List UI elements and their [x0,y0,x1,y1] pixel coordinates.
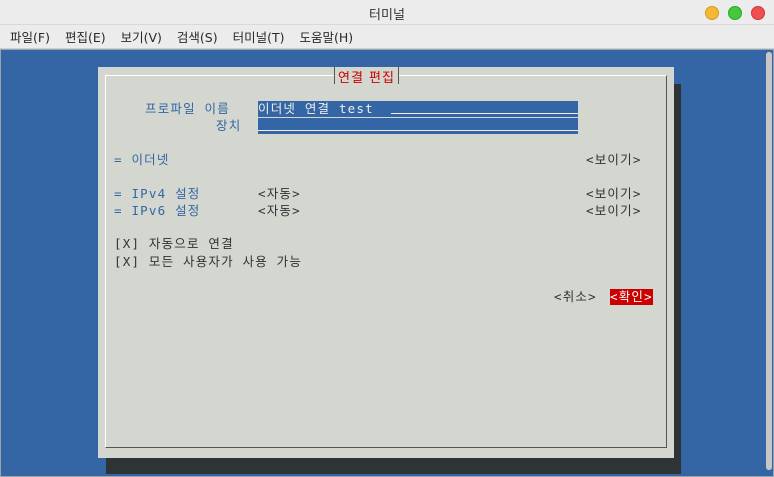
scrollbar[interactable] [766,52,772,470]
edit-connection-dialog: 연결 편집 프로파일 이름 이더넷 연결 test 장치 = 이더넷 <보이기>… [98,67,674,458]
profile-name-value: 이더넷 연결 test [258,101,374,116]
device-input[interactable] [258,118,578,134]
ethernet-show-button[interactable]: <보이기> [586,152,642,168]
ethernet-section-label: = 이더넷 [114,152,170,167]
minimize-button[interactable] [705,6,719,20]
ipv4-section-label: = IPv4 설정 [114,186,201,201]
ok-button[interactable]: <확인> [610,289,653,305]
window-title: 터미널 [369,8,405,23]
scrollbar-thumb[interactable] [766,52,772,470]
dialog-title: 연결 편집 [334,67,399,86]
device-underline [258,130,578,131]
menu-help[interactable]: 도움말(H) [300,27,354,46]
maximize-button[interactable] [728,6,742,20]
menu-terminal[interactable]: 터미널(T) [233,27,285,46]
ipv4-show-button[interactable]: <보이기> [586,186,642,202]
profile-name-input[interactable]: 이더넷 연결 test [258,101,578,117]
cancel-button[interactable]: <취소> [554,289,597,305]
ipv6-section-label: = IPv6 설정 [114,203,201,218]
title-bar: 터미널 [0,0,774,25]
ipv4-mode-select[interactable]: <자동> [258,186,301,202]
ipv6-mode-select[interactable]: <자동> [258,203,301,219]
device-label: 장치 [216,118,242,133]
ipv6-show-button[interactable]: <보이기> [586,203,642,219]
menu-file[interactable]: 파일(F) [10,27,50,46]
close-button[interactable] [751,6,765,20]
profile-name-label: 프로파일 이름 [145,101,230,116]
profile-name-underline [391,113,578,114]
all-users-checkbox[interactable]: [X] 모든 사용자가 사용 가능 [114,254,302,270]
menu-view[interactable]: 보기(V) [121,27,162,46]
menu-search[interactable]: 검색(S) [177,27,218,46]
auto-connect-checkbox[interactable]: [X] 자동으로 연결 [114,236,234,252]
menu-bar: 파일(F) 편집(E) 보기(V) 검색(S) 터미널(T) 도움말(H) [0,25,774,49]
menu-edit[interactable]: 편집(E) [65,27,106,46]
